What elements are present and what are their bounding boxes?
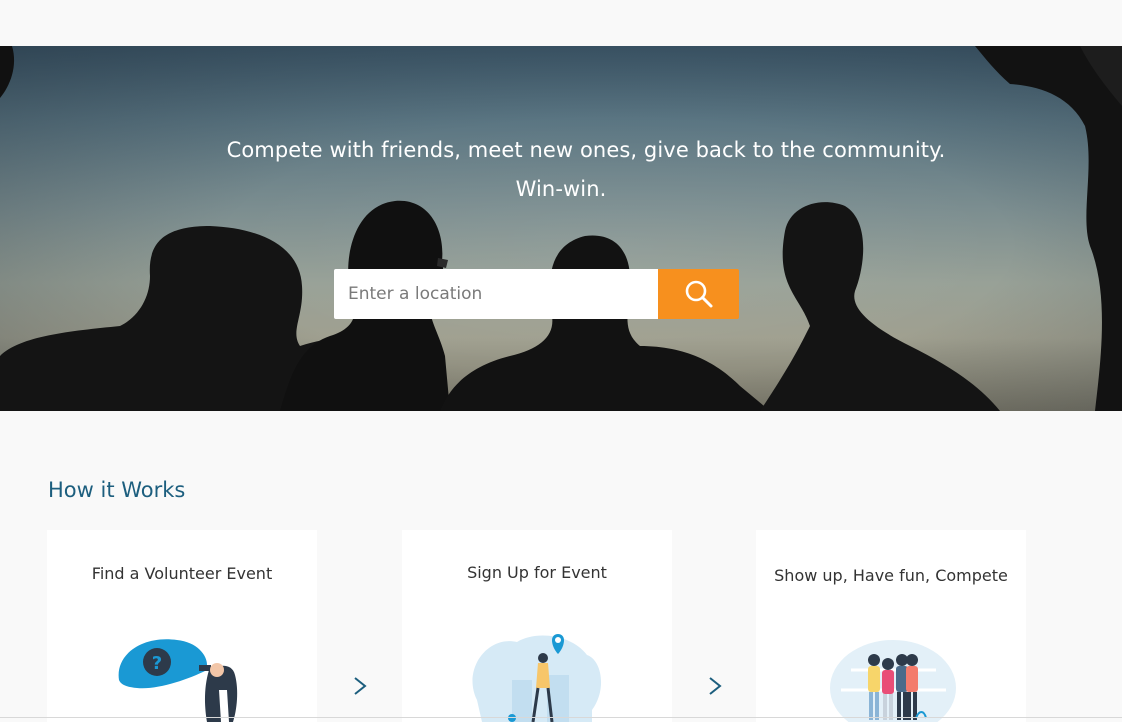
step-card-show-up[interactable]: Show up, Have fun, Compete xyxy=(756,530,1026,722)
hero-tagline: Compete with friends, meet new ones, giv… xyxy=(0,131,1122,209)
step-title: Sign Up for Event xyxy=(467,563,607,582)
search-icon xyxy=(685,280,712,308)
location-search-input[interactable] xyxy=(334,269,658,319)
search-button[interactable] xyxy=(658,269,739,319)
step-title: Find a Volunteer Event xyxy=(91,564,273,583)
hero-banner: Compete with friends, meet new ones, giv… xyxy=(0,46,1122,411)
search-event-illustration-icon: ? xyxy=(118,639,238,722)
svg-text:?: ? xyxy=(152,653,162,674)
map-pin-illustration-icon xyxy=(472,634,602,722)
step-card-sign-up[interactable]: Sign Up for Event xyxy=(402,530,672,722)
page-bottom-divider xyxy=(0,717,1122,718)
step-card-find-event[interactable]: Find a Volunteer Event ? xyxy=(47,530,317,722)
chevron-right-icon xyxy=(709,677,722,695)
step-title: Show up, Have fun, Compete xyxy=(774,566,1008,585)
tagline-line-2: Win-win. xyxy=(515,177,607,201)
how-it-works-title: How it Works xyxy=(48,478,186,502)
hero-silhouettes-image xyxy=(0,46,1122,411)
chevron-right-icon xyxy=(354,677,367,695)
top-bar xyxy=(0,0,1122,46)
tagline-line-1: Compete with friends, meet new ones, giv… xyxy=(226,138,946,162)
group-illustration-icon xyxy=(830,640,956,722)
